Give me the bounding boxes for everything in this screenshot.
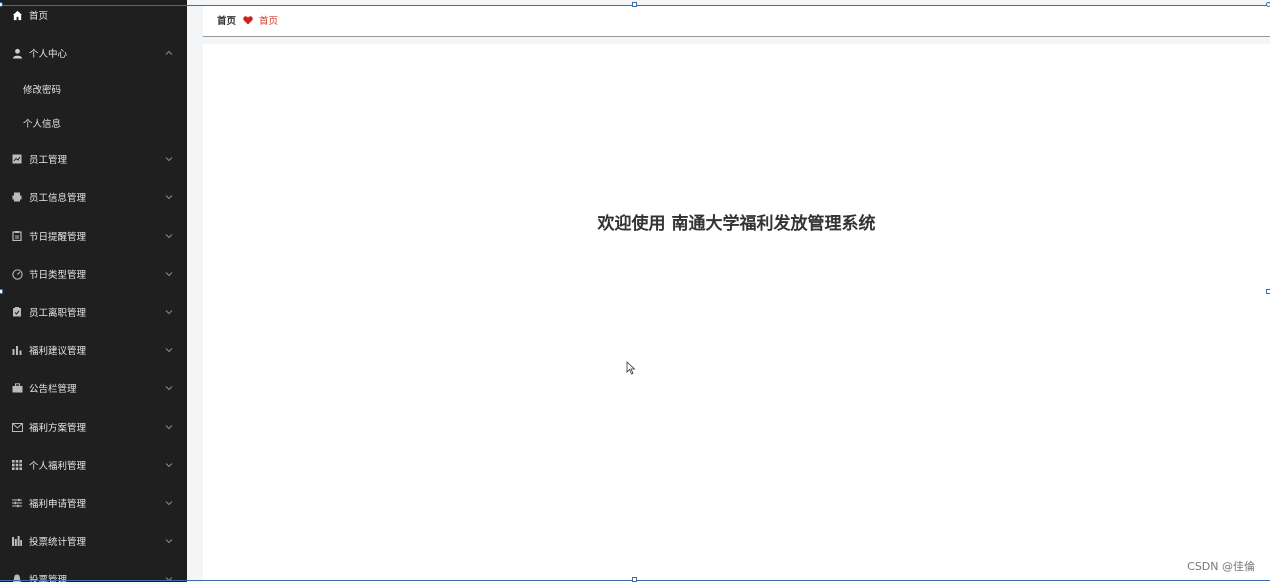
sidebar-item-holiday-type[interactable]: 节日类型管理	[0, 258, 187, 290]
resize-handle[interactable]	[1266, 2, 1270, 7]
breadcrumb-bar: 首页 首页	[203, 6, 1270, 37]
sidebar-item-label: 员工信息管理	[29, 193, 87, 204]
sidebar-item-label: 福利申请管理	[29, 499, 87, 510]
clipboard-check-icon	[11, 306, 23, 318]
breadcrumb-home[interactable]: 首页	[217, 13, 236, 27]
welcome-heading: 欢迎使用 南通大学福利发放管理系统	[597, 214, 876, 234]
chevron-down-icon	[165, 155, 173, 163]
sidebar-item-label: 员工管理	[29, 155, 68, 166]
stats-icon	[11, 535, 23, 547]
breadcrumb: 首页 首页	[217, 13, 278, 27]
submenu-item-change-password[interactable]: 修改密码	[0, 75, 187, 103]
sidebar: 首页 个人中心 修改密码 个人信息 员工管理 员工信息管理 节日提醒管理 节日类…	[0, 0, 187, 582]
sidebar-item-label: 福利方案管理	[29, 423, 87, 434]
briefcase-icon	[11, 382, 23, 394]
chevron-down-icon	[165, 232, 173, 240]
sidebar-item-welfare-plan[interactable]: 福利方案管理	[0, 411, 187, 443]
resize-handle[interactable]	[632, 2, 637, 7]
gauge-icon	[11, 268, 23, 280]
submenu-item-label: 修改密码	[23, 85, 62, 96]
sidebar-item-label: 节日类型管理	[29, 270, 87, 281]
sidebar-item-holiday-reminder[interactable]: 节日提醒管理	[0, 220, 187, 252]
sidebar-item-bulletin[interactable]: 公告栏管理	[0, 372, 187, 404]
resize-handle[interactable]	[0, 289, 3, 294]
submenu-item-personal-info[interactable]: 个人信息	[0, 109, 187, 137]
heart-icon	[243, 15, 253, 25]
chevron-down-icon	[165, 308, 173, 316]
sidebar-item-employee-info[interactable]: 员工信息管理	[0, 181, 187, 213]
sidebar-item-label: 投票统计管理	[29, 537, 87, 548]
sidebar-item-resignation[interactable]: 员工离职管理	[0, 296, 187, 328]
chevron-up-icon	[165, 49, 173, 57]
bar-chart-icon	[11, 344, 23, 356]
resize-handle[interactable]	[1266, 289, 1270, 294]
sidebar-item-label: 个人中心	[29, 49, 68, 60]
resize-handle[interactable]	[632, 577, 637, 582]
chevron-down-icon	[165, 461, 173, 469]
home-icon	[11, 9, 23, 21]
sidebar-item-vote-statistics[interactable]: 投票统计管理	[0, 525, 187, 557]
sidebar-item-label: 首页	[29, 11, 49, 22]
chevron-down-icon	[165, 537, 173, 545]
sidebar-item-welfare-suggestion[interactable]: 福利建议管理	[0, 334, 187, 366]
chevron-down-icon	[165, 423, 173, 431]
chevron-down-icon	[165, 270, 173, 278]
sidebar-item-label: 福利建议管理	[29, 346, 87, 357]
chevron-down-icon	[165, 499, 173, 507]
sidebar-item-label: 个人福利管理	[29, 461, 87, 472]
mouse-cursor-icon	[626, 360, 636, 379]
watermark: CSDN @佳倫	[1187, 560, 1255, 573]
chevron-down-icon	[165, 346, 173, 354]
sidebar-item-label: 节日提醒管理	[29, 232, 87, 243]
chevron-down-icon	[165, 193, 173, 201]
sidebar-item-personal-welfare[interactable]: 个人福利管理	[0, 449, 187, 481]
main-content: 欢迎使用 南通大学福利发放管理系统	[203, 44, 1270, 582]
breadcrumb-current: 首页	[259, 16, 279, 27]
chevron-down-icon	[165, 384, 173, 392]
sidebar-item-personal-center[interactable]: 个人中心	[0, 37, 187, 69]
id-card-icon	[11, 153, 23, 165]
clipboard-icon	[11, 230, 23, 242]
sliders-icon	[11, 497, 23, 509]
sidebar-item-label: 员工离职管理	[29, 308, 87, 319]
sidebar-item-welfare-application[interactable]: 福利申请管理	[0, 487, 187, 519]
printer-icon	[11, 191, 23, 203]
submenu-item-label: 个人信息	[23, 119, 62, 130]
sidebar-item-employee[interactable]: 员工管理	[0, 143, 187, 175]
grid-icon	[11, 459, 23, 471]
user-icon	[11, 47, 23, 59]
sidebar-item-label: 公告栏管理	[29, 384, 77, 395]
mail-icon	[11, 421, 23, 433]
